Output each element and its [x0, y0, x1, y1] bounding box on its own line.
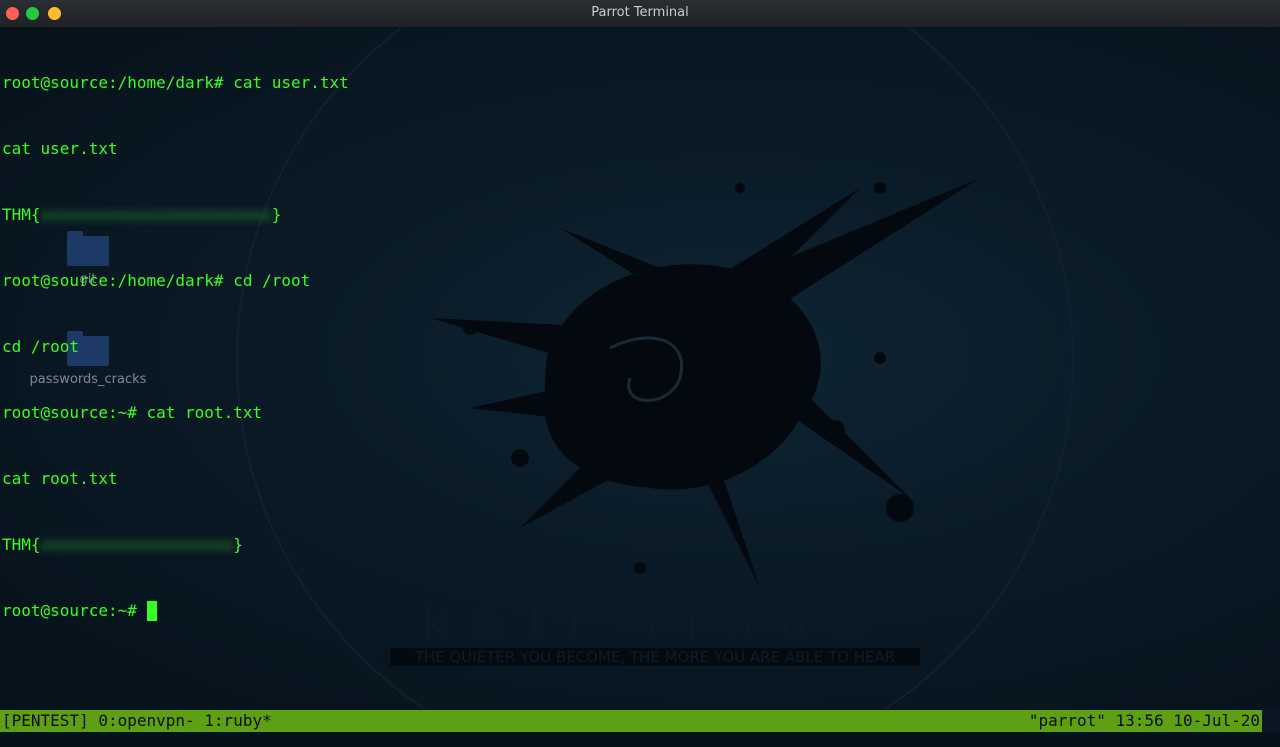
window-bottom-edge	[0, 732, 1280, 747]
echo-text: cd /root	[2, 337, 80, 356]
wallpaper-brand: kali linux	[422, 595, 887, 649]
command-text: cat root.txt	[146, 403, 263, 422]
shell-prompt: root@source:~#	[2, 601, 147, 620]
terminal-line: root@source:~#	[2, 600, 349, 622]
shell-prompt: root@source:/home/dark#	[2, 271, 234, 290]
tmux-status-bar: [PENTEST] 0:openvpn- 1:ruby* "parrot" 13…	[0, 710, 1262, 732]
window-titlebar[interactable]: Parrot Terminal	[0, 0, 1280, 28]
terminal-line: cd /root	[2, 336, 349, 358]
tmux-session-windows[interactable]: [PENTEST] 0:openvpn- 1:ruby*	[2, 710, 272, 732]
terminal-line: THM{xxxxxxxxxxxxxxxxxxxx}	[2, 534, 349, 556]
terminal-line: root@source:~# cat root.txt	[2, 402, 349, 424]
flag-prefix: THM{	[2, 205, 41, 224]
echo-text: cat user.txt	[2, 139, 118, 158]
terminal-output[interactable]: root@source:/home/dark# cat user.txt cat…	[2, 28, 349, 666]
terminal-line: cat root.txt	[2, 468, 349, 490]
flag-suffix: }	[233, 535, 243, 554]
shell-prompt: root@source:/home/dark#	[2, 73, 234, 92]
echo-text: cat root.txt	[2, 469, 118, 488]
shell-prompt: root@source:~#	[2, 403, 147, 422]
terminal-line: root@source:/home/dark# cat user.txt	[2, 72, 349, 94]
ink-splash-graphic	[430, 178, 980, 588]
command-text: cd /root	[233, 271, 311, 290]
wallpaper-tagline: THE QUIETER YOU BECOME, THE MORE YOU ARE…	[414, 648, 895, 666]
terminal-line: THM{xxxxxxxxxxxxxxxxxxxxxxxx}	[2, 204, 349, 226]
redacted-flag: xxxxxxxxxxxxxxxxxxxx	[40, 535, 234, 554]
command-text: cat user.txt	[233, 73, 349, 92]
window-title: Parrot Terminal	[591, 5, 689, 20]
terminal-line: root@source:/home/dark# cd /root	[2, 270, 349, 292]
flag-suffix: }	[271, 205, 282, 224]
terminal-line: cat user.txt	[2, 138, 349, 160]
tmux-host-clock: "parrot" 13:56 10-Jul-20	[1028, 711, 1260, 730]
text-cursor[interactable]	[146, 601, 157, 621]
terminal-area[interactable]: kali linux THE QUIETER YOU BECOME, THE M…	[0, 28, 1280, 709]
flag-prefix: THM{	[2, 535, 41, 554]
redacted-flag: xxxxxxxxxxxxxxxxxxxxxxxx	[40, 205, 272, 224]
